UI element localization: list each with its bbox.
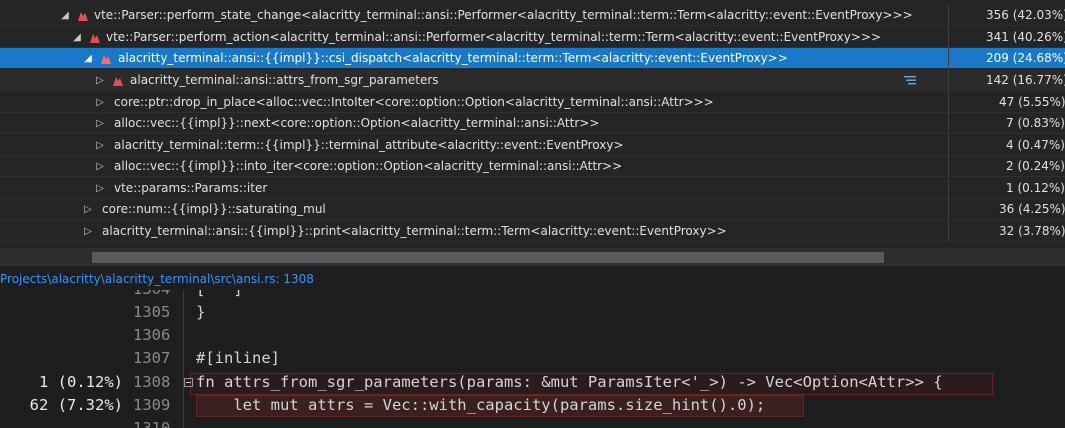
line-number: 1304: [133, 290, 170, 301]
column-divider: [948, 5, 949, 26]
line-hits: 1 (0.12%): [39, 373, 123, 391]
hot-path-flame-icon: [101, 55, 111, 64]
line-hits: 62 (7.32%): [29, 396, 123, 414]
collapsed-arrow-icon[interactable]: ▷: [83, 199, 93, 220]
call-tree[interactable]: ◢ vte::Parser::perform_state_change<alac…: [0, 0, 1065, 249]
column-divider: [948, 48, 949, 69]
source-file-link[interactable]: Projects\alacritty\alacritty_terminal\sr…: [0, 268, 314, 290]
scrollbar-thumb[interactable]: [92, 252, 884, 263]
hot-path-flame-icon: [113, 77, 123, 86]
function-name: core::ptr::drop_in_place<alloc::vec::Int…: [114, 95, 714, 109]
column-divider: [948, 178, 949, 199]
cost-value: 1 (0.12%): [1006, 181, 1065, 195]
source-editor[interactable]: 1304 [ ] 1305 } 1306 1307 #[inline] 1 (0…: [0, 290, 1065, 428]
tree-row[interactable]: ▷ alloc::vec::{{impl}}::next<core::optio…: [0, 113, 1065, 134]
tree-row[interactable]: ◢ vte::Parser::perform_state_change<alac…: [0, 5, 1065, 26]
function-name: vte::params::Params::iter: [114, 181, 268, 195]
line-number: 1308: [133, 373, 171, 391]
cost-value: 36 (4.25%): [999, 202, 1065, 216]
column-divider: [948, 199, 949, 220]
line-number: 1305: [133, 303, 171, 321]
tree-row[interactable]: ▷ alacritty_terminal::ansi::attrs_from_s…: [0, 70, 1065, 91]
code-text: fn attrs_from_sgr_parameters(params: &mu…: [196, 373, 943, 391]
cost-value: 2 (0.24%): [1006, 159, 1065, 173]
tree-row[interactable]: ▷ vte::params::Params::iter 1 (0.12%): [0, 178, 1065, 199]
go-to-source-icon[interactable]: [903, 75, 917, 86]
function-name: vte::Parser::perform_state_change<alacri…: [94, 8, 913, 22]
expand-arrow-icon[interactable]: ◢: [60, 5, 70, 26]
code-line: 1307 #[inline]: [0, 347, 1065, 370]
code-text: #[inline]: [196, 349, 280, 367]
cost-value: 47 (5.55%): [999, 95, 1065, 109]
collapsed-arrow-icon[interactable]: ▷: [95, 156, 105, 177]
cost-value: 209 (24.68%): [986, 51, 1065, 65]
tree-row[interactable]: ▷ alloc::vec::{{impl}}::into_iter<core::…: [0, 156, 1065, 177]
cost-value: 7 (0.83%): [1006, 116, 1065, 130]
column-divider: [948, 135, 949, 156]
tree-row[interactable]: ▷ core::ptr::drop_in_place<alloc::vec::I…: [0, 92, 1065, 113]
code-line-partial: 1304 [ ]: [0, 290, 1065, 301]
code-line: 1305 }: [0, 301, 1065, 324]
tree-row[interactable]: ◢ vte::Parser::perform_action<alacritty_…: [0, 27, 1065, 48]
cost-value: 356 (42.03%): [986, 8, 1065, 22]
cost-value: 32 (3.78%): [999, 224, 1065, 238]
function-name: alacritty_terminal::term::{{impl}}::term…: [114, 138, 624, 152]
tree-row[interactable]: ▷ alacritty_terminal::ansi::{{impl}}::pr…: [0, 221, 1065, 242]
code-line-hot: 62 (7.32%) 1309 let mut attrs = Vec::wit…: [0, 394, 1065, 417]
function-name: vte::Parser::perform_action<alacritty_te…: [106, 30, 882, 44]
source-path-bar: Projects\alacritty\alacritty_terminal\sr…: [0, 268, 1065, 290]
column-divider: [948, 221, 949, 242]
code-line-hot: 1 (0.12%) 1308 fn attrs_from_sgr_paramet…: [0, 371, 1065, 394]
column-divider: [948, 27, 949, 48]
code-text: let mut attrs = Vec::with_capacity(param…: [196, 396, 766, 414]
hot-path-flame-icon: [90, 34, 100, 43]
function-name: alacritty_terminal::ansi::attrs_from_sgr…: [130, 73, 439, 87]
function-name: alacritty_terminal::ansi::{{impl}}::prin…: [102, 224, 727, 238]
function-name: alloc::vec::{{impl}}::next<core::option:…: [114, 116, 600, 130]
collapsed-arrow-icon[interactable]: ▷: [95, 70, 105, 91]
function-name: alloc::vec::{{impl}}::into_iter<core::op…: [114, 159, 623, 173]
code-text: }: [196, 303, 206, 321]
cost-value: 4 (0.47%): [1006, 138, 1065, 152]
expand-arrow-icon[interactable]: ◢: [72, 27, 82, 48]
line-number: 1306: [133, 326, 171, 344]
code-line: 1306: [0, 324, 1065, 347]
collapsed-arrow-icon[interactable]: ▷: [95, 113, 105, 134]
column-divider: [948, 70, 949, 91]
code-text: [ ]: [196, 290, 243, 301]
tree-row-selected[interactable]: ◢ alacritty_terminal::ansi::{{impl}}::cs…: [0, 48, 1065, 69]
collapsed-arrow-icon[interactable]: ▷: [83, 221, 93, 242]
function-name: core::num::{{impl}}::saturating_mul: [102, 202, 326, 216]
column-divider: [948, 113, 949, 134]
code-line-partial: 1310: [0, 417, 1065, 428]
collapsed-arrow-icon[interactable]: ▷: [95, 135, 105, 156]
hot-path-flame-icon: [78, 12, 88, 21]
tree-row[interactable]: ▷ core::num::{{impl}}::saturating_mul 36…: [0, 199, 1065, 220]
horizontal-scrollbar[interactable]: [0, 249, 1065, 266]
tree-row[interactable]: ▷ alacritty_terminal::term::{{impl}}::te…: [0, 135, 1065, 156]
function-name: alacritty_terminal::ansi::{{impl}}::csi_…: [118, 51, 788, 65]
line-number: 1309: [133, 396, 171, 414]
column-divider: [948, 156, 949, 177]
column-divider: [948, 92, 949, 113]
line-number: 1307: [133, 349, 171, 367]
collapsed-arrow-icon[interactable]: ▷: [95, 92, 105, 113]
cost-value: 142 (16.77%): [986, 73, 1065, 87]
line-number: 1310: [133, 419, 171, 428]
expand-arrow-icon[interactable]: ◢: [83, 48, 93, 69]
cost-value: 341 (40.26%): [986, 30, 1065, 44]
collapsed-arrow-icon[interactable]: ▷: [95, 178, 105, 199]
